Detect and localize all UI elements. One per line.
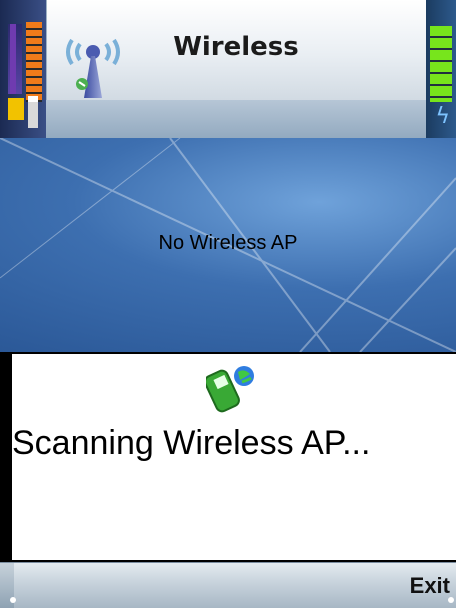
page-title: Wireless xyxy=(173,32,299,62)
network-level-icon xyxy=(26,22,42,102)
right-indicator-dot xyxy=(448,597,454,603)
wireless-screen: ϟ Wireless No Wireless AP Scanning Wirel… xyxy=(0,0,456,608)
plug-icon xyxy=(28,96,38,128)
battery-level-icon xyxy=(430,26,452,102)
header-bottom-band xyxy=(46,100,426,138)
phone-globe-icon xyxy=(206,366,254,413)
header-bar: ϟ Wireless xyxy=(0,0,456,138)
status-right-panel: ϟ xyxy=(426,0,456,138)
exit-softkey[interactable]: Exit xyxy=(410,573,450,599)
softkey-bar: Exit xyxy=(0,562,456,608)
charging-bolt-icon: ϟ xyxy=(435,104,450,129)
network-type-icon xyxy=(8,98,24,120)
dialog-message: Scanning Wireless AP... xyxy=(12,424,371,462)
left-indicator-dot xyxy=(10,597,16,603)
status-left-panel xyxy=(0,0,46,138)
status-message: No Wireless AP xyxy=(158,232,298,254)
signal-bar-icon xyxy=(10,24,16,94)
